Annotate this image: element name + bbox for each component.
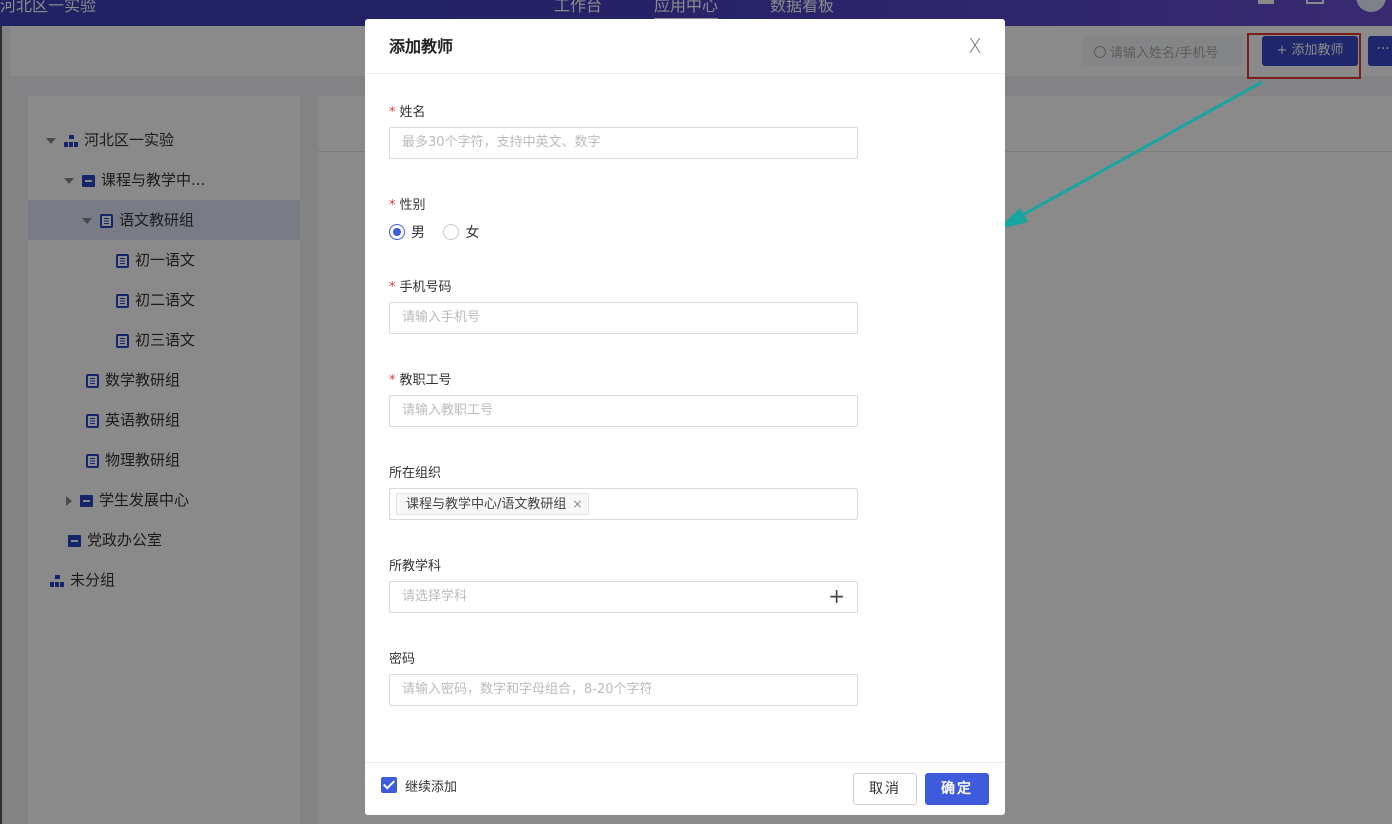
cancel-button[interactable]: 取消 [853,773,917,805]
required-mark: * [389,280,396,295]
radio-female[interactable] [443,224,460,240]
phone-label: * 手机号码 [389,280,452,295]
password-field[interactable]: 请输入密码，数字和字母组合，8-20个字符 [389,674,858,706]
name-label: * 姓名 [389,105,426,120]
gender-label: * 性别 [389,198,426,213]
org-tag: 课程与教学中心/语文教研组 × [396,493,590,515]
staff-id-field[interactable]: 请输入教职工号 [389,395,858,427]
gender-male-option[interactable]: 男 [389,224,425,241]
dialog-footer: 继续添加 取消 确定 [365,762,1005,815]
phone-field[interactable]: 请输入手机号 [389,302,858,334]
confirm-button[interactable]: 确定 [925,773,989,805]
org-field[interactable]: 课程与教学中心/语文教研组 × [389,488,858,520]
continue-add-label[interactable]: 继续添加 [405,776,457,795]
required-mark: * [389,373,396,388]
tag-close-icon[interactable]: × [572,497,582,511]
radio-male[interactable] [389,224,405,240]
password-label: 密码 [389,652,416,667]
subject-field[interactable]: 请选择学科 + [389,581,858,613]
continue-add-checkbox[interactable] [381,777,397,793]
subject-label: 所教学科 [389,559,442,574]
required-mark: * [389,198,396,213]
close-icon[interactable]: X [965,36,985,56]
dialog-title: 添加教师 [389,37,454,56]
add-teacher-dialog: 添加教师 X * 姓名 最多30个字符，支持中英文、数字 * 性别 男 女 * 手机号… [365,19,1005,815]
gender-female-option[interactable]: 女 [443,224,479,241]
org-label: 所在组织 [389,466,442,481]
name-field[interactable]: 最多30个字符，支持中英文、数字 [389,127,858,159]
staff-id-label: * 教职工号 [389,373,452,388]
plus-icon[interactable]: + [828,586,845,606]
required-mark: * [389,105,396,120]
gender-radio-group: 男 女 [389,222,479,242]
dialog-header: 添加教师 X [365,19,1005,74]
subject-placeholder: 请选择学科 [402,589,468,604]
